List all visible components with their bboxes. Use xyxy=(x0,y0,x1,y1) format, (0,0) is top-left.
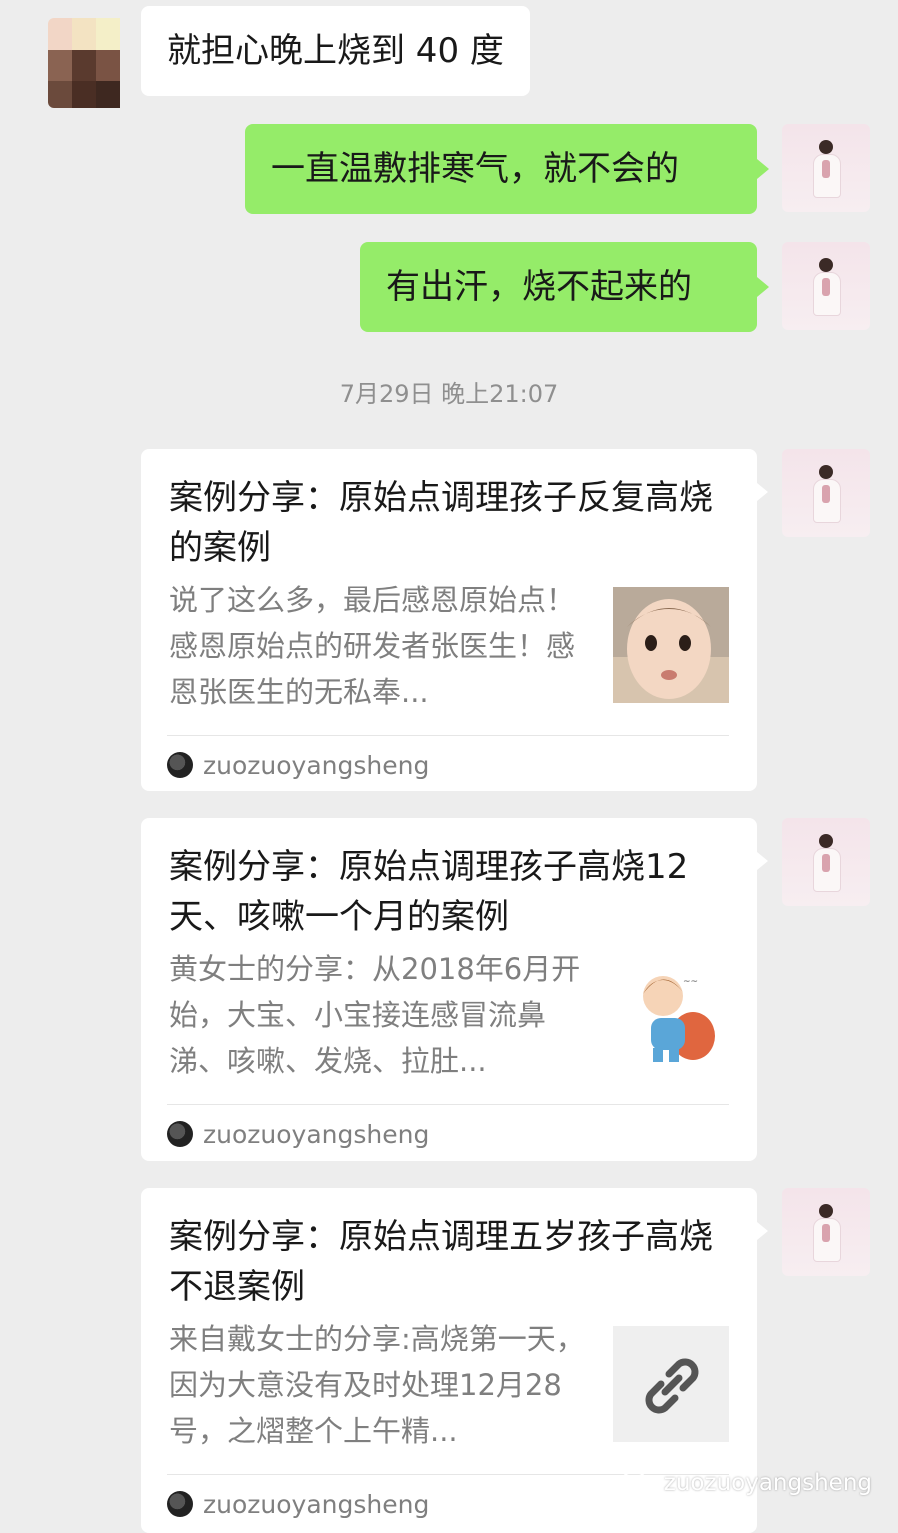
message-text: 就担心晚上烧到 40 度 xyxy=(167,31,504,71)
article-thumbnail xyxy=(613,587,729,703)
outgoing-message-bubble[interactable]: 一直温敷排寒气，就不会的 xyxy=(245,124,757,214)
article-source[interactable]: zuozuoyangsheng xyxy=(167,1116,429,1152)
account-avatar-icon xyxy=(167,1491,193,1517)
source-name: zuozuoyangsheng xyxy=(203,1119,430,1149)
article-description: 黄女士的分享：从2018年6月开始，大宝、小宝接连感冒流鼻涕、咳嗽、发烧、拉肚.… xyxy=(169,952,581,1078)
account-avatar-icon xyxy=(167,1121,193,1147)
article-card[interactable]: 案例分享：原始点调理孩子高烧12天、咳嗽一个月的案例 黄女士的分享：从2018年… xyxy=(141,818,768,1161)
user-avatar[interactable] xyxy=(782,242,870,330)
contact-avatar[interactable] xyxy=(48,18,138,108)
article-thumbnail: ~~ xyxy=(613,956,729,1072)
source-name: zuozuoyangsheng xyxy=(203,1489,430,1519)
bubble-tail xyxy=(757,159,769,179)
article-source[interactable]: zuozuoyangsheng xyxy=(167,747,429,783)
article-source[interactable]: zuozuoyangsheng xyxy=(167,1486,429,1522)
svg-text:~~: ~~ xyxy=(683,977,698,987)
article-card[interactable]: 案例分享：原始点调理孩子反复高烧的案例 说了这么多，最后感恩原始点！感恩原始点的… xyxy=(141,449,768,791)
account-avatar-icon xyxy=(167,752,193,778)
bubble-tail xyxy=(757,277,769,297)
user-avatar[interactable] xyxy=(782,818,870,906)
message-text: 一直温敷排寒气，就不会的 xyxy=(271,149,679,189)
outgoing-message-bubble[interactable]: 有出汗，烧不起来的 xyxy=(360,242,757,332)
article-description: 来自戴女士的分享:高烧第一天，因为大意没有及时处理12月28号，之熠整个上午精.… xyxy=(169,1322,585,1448)
watermark: zuozuoyangsheng xyxy=(620,1470,872,1496)
user-avatar[interactable] xyxy=(782,1188,870,1276)
card-divider xyxy=(167,735,729,736)
link-icon xyxy=(613,1326,729,1442)
article-title: 案例分享：原始点调理五岁孩子高烧不退案例 xyxy=(169,1217,713,1307)
article-title: 案例分享：原始点调理孩子高烧12天、咳嗽一个月的案例 xyxy=(169,847,689,937)
article-description: 说了这么多，最后感恩原始点！感恩原始点的研发者张医生！感恩张医生的无私奉... xyxy=(169,583,576,709)
incoming-message-bubble[interactable]: 就担心晚上烧到 40 度 xyxy=(141,6,530,96)
user-avatar[interactable] xyxy=(782,124,870,212)
watermark-text: zuozuoyangsheng xyxy=(663,1470,872,1496)
card-divider xyxy=(167,1104,729,1105)
source-name: zuozuoyangsheng xyxy=(203,750,430,780)
user-avatar[interactable] xyxy=(782,449,870,537)
message-text: 有出汗，烧不起来的 xyxy=(386,267,692,307)
article-title: 案例分享：原始点调理孩子反复高烧的案例 xyxy=(169,478,713,568)
wechat-icon xyxy=(620,1471,655,1495)
message-timestamp: 7月29日 晚上21:07 xyxy=(339,380,559,408)
